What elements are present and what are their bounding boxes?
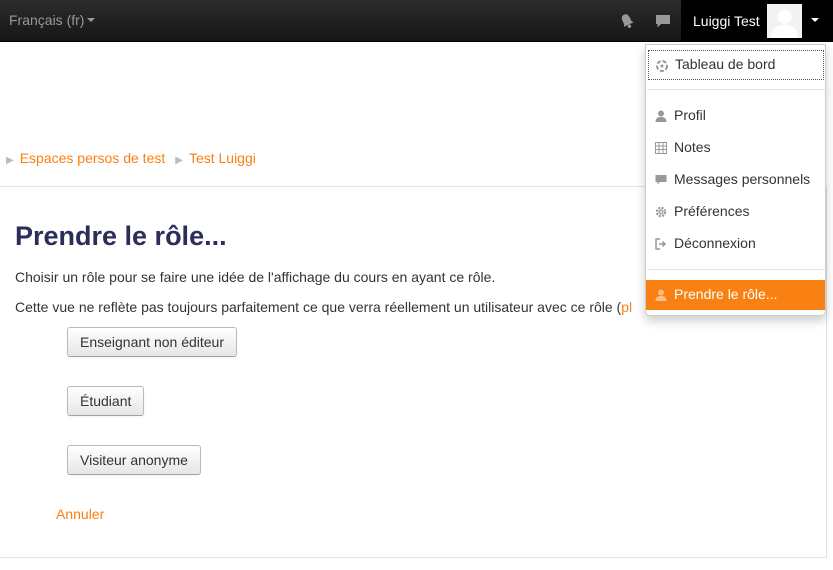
logout-icon — [655, 237, 667, 250]
intro-text: Choisir un rôle pour se faire une idée d… — [15, 269, 496, 285]
message-icon[interactable] — [654, 12, 672, 30]
menu-item-label: Tableau de bord — [675, 56, 776, 72]
menu-divider — [647, 269, 825, 270]
menu-item-dashboard[interactable]: Tableau de bord — [648, 50, 824, 80]
menu-item-label: Déconnexion — [674, 235, 756, 251]
menu-item-label: Notes — [674, 139, 711, 155]
menu-item-logout[interactable]: Déconnexion — [646, 229, 825, 259]
page-title: Prendre le rôle... — [15, 221, 227, 251]
warning-help-link[interactable]: pl — [621, 299, 632, 315]
role-button-student[interactable]: Étudiant — [67, 386, 145, 416]
warning-text: Cette vue ne reflète pas toujours parfai… — [15, 299, 632, 315]
menu-item-preferences[interactable]: Préférences — [646, 197, 825, 227]
role-button-non-editing-teacher[interactable]: Enseignant non éditeur — [67, 327, 237, 357]
breadcrumb-link-espaces-persos[interactable]: Espaces persos de test — [20, 150, 166, 166]
gear-icon — [655, 205, 667, 218]
role-button-guest[interactable]: Visiteur anonyme — [67, 445, 201, 475]
language-menu[interactable]: Français (fr) — [9, 12, 96, 28]
menu-item-grades[interactable]: Notes — [646, 133, 825, 163]
menu-item-label: Préférences — [674, 203, 750, 219]
message-icon — [655, 173, 667, 185]
menu-item-profile[interactable]: Profil — [646, 101, 825, 131]
region-border — [0, 557, 827, 558]
breadcrumb-arrow-icon: ▶ — [6, 155, 14, 166]
top-navbar: Français (fr) Luiggi Test — [0, 0, 833, 42]
menu-divider — [647, 89, 825, 90]
notification-bell-icon[interactable] — [618, 12, 636, 30]
menu-item-label: Prendre le rôle... — [674, 286, 778, 302]
menu-item-label: Messages personnels — [674, 171, 811, 187]
user-name: Luiggi Test — [693, 13, 760, 29]
breadcrumb-arrow-icon: ▶ — [175, 155, 183, 166]
warning-text-body: Cette vue ne reflète pas toujours parfai… — [15, 299, 622, 315]
user-icon — [655, 109, 667, 122]
chevron-down-icon — [87, 18, 96, 23]
avatar — [767, 4, 802, 38]
region-border — [826, 186, 827, 558]
user-dropdown-menu: Tableau de bord Profil Notes Messages pe… — [645, 44, 826, 316]
user-icon — [655, 288, 667, 301]
breadcrumb-link-test-luiggi[interactable]: Test Luiggi — [189, 150, 256, 166]
grades-table-icon — [655, 141, 667, 154]
menu-item-messages[interactable]: Messages personnels — [646, 165, 825, 195]
user-menu-toggle[interactable]: Luiggi Test — [681, 0, 833, 42]
cancel-link[interactable]: Annuler — [56, 506, 104, 522]
language-label: Français (fr) — [9, 12, 85, 28]
breadcrumb: ▶ Espaces persos de test ▶ Test Luiggi — [6, 150, 256, 166]
menu-item-label: Profil — [674, 107, 706, 123]
menu-item-switch-role[interactable]: Prendre le rôle... — [646, 280, 825, 310]
chevron-down-icon — [811, 18, 819, 22]
dashboard-icon — [656, 59, 668, 72]
